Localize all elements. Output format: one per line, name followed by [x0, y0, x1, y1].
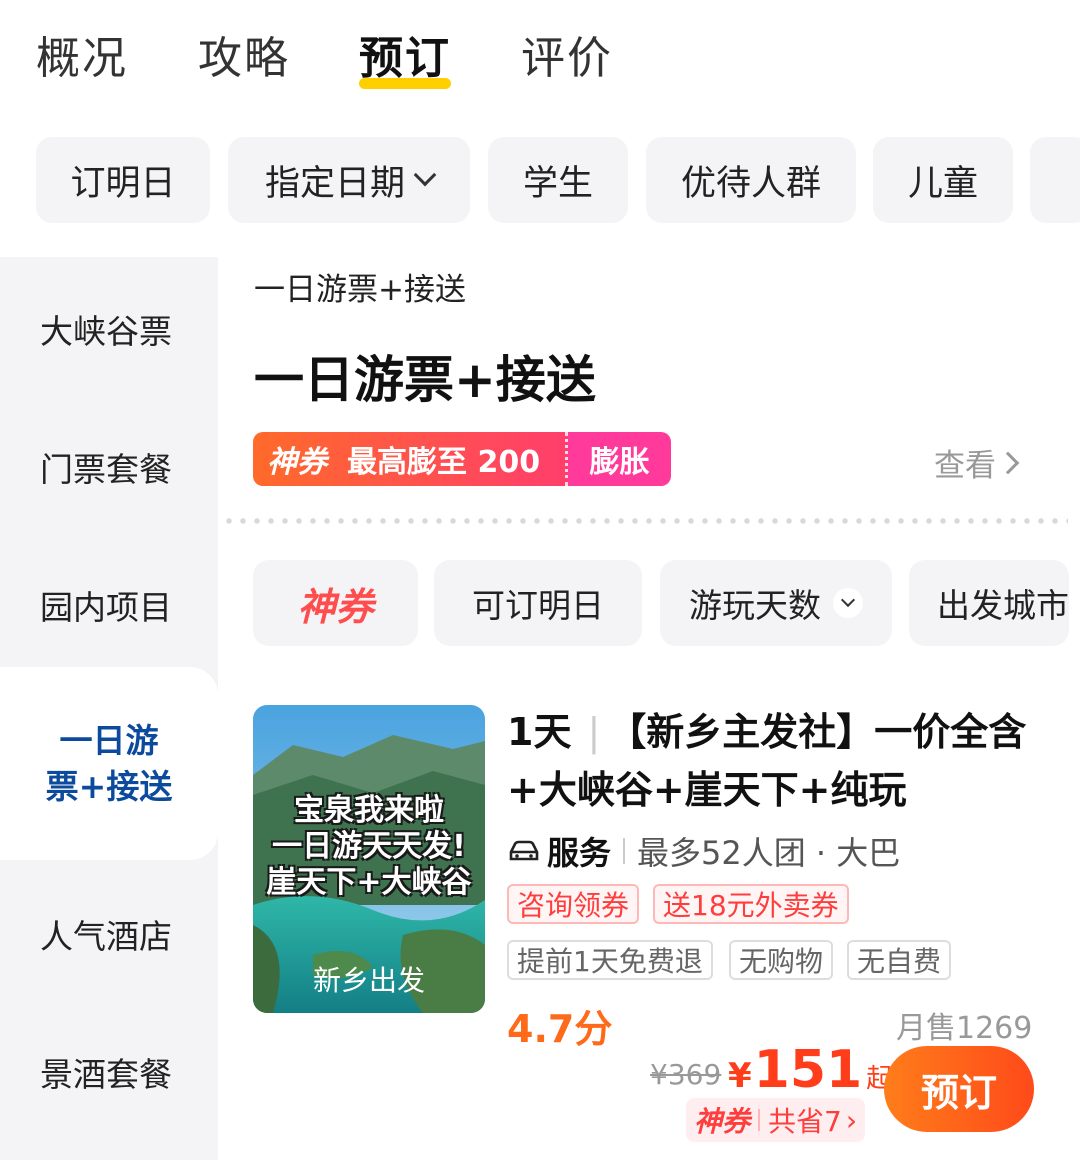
coupon-text: 最高膨至 200 — [347, 445, 541, 480]
filter-chip-label: 指定日期 — [264, 163, 405, 204]
filter-chip-date[interactable]: 指定日期 — [228, 137, 470, 223]
sidebar-item-ticket-package[interactable]: 门票套餐 — [0, 443, 218, 491]
sidebar-item-park-activities[interactable]: 园内项目 — [0, 581, 218, 629]
tab-booking[interactable]: 预订 — [359, 22, 451, 86]
book-button[interactable]: 预订 — [884, 1046, 1034, 1132]
see-more-link[interactable]: 查看 — [934, 440, 1020, 485]
promo-tag[interactable]: 送18元外卖券 — [653, 884, 849, 924]
feature-tag: 无自费 — [847, 940, 952, 980]
top-tab-bar: 概况 攻略 预订 评价 — [0, 0, 1080, 110]
monthly-sales: 月售1269 — [896, 1011, 1033, 1046]
product-meta: 服务 最多52人团 · 大巴 — [507, 828, 900, 874]
saving-badge[interactable]: 神券 共省7 › — [686, 1098, 866, 1142]
meta-divider — [623, 838, 626, 864]
subfilter-chip-coupon[interactable]: 神券 — [253, 560, 418, 646]
subfilter-chip-label: 可订明日 — [472, 586, 604, 625]
coupon-main: 神券 最高膨至 200 — [253, 432, 565, 486]
car-icon — [509, 840, 539, 861]
filter-chip-label: 学生 — [522, 163, 593, 204]
current-price: ¥ 151 起 — [728, 1040, 892, 1100]
tab-reviews[interactable]: 评价 — [521, 22, 613, 86]
product-title[interactable]: 1天 | 【新乡主发社】一价全含+大峡谷+崖天下+纯玩 — [507, 703, 1037, 819]
product-days: 1天 — [507, 710, 572, 754]
sidebar-item-popular-hotel[interactable]: 人气酒店 — [0, 910, 218, 958]
feature-tag: 提前1天免费退 — [507, 940, 713, 980]
tab-overview[interactable]: 概况 — [36, 22, 128, 86]
chevron-right-icon: › — [845, 1103, 858, 1137]
title-divider: | — [587, 710, 601, 754]
subfilter-chip-label: 出发城市 — [937, 586, 1069, 625]
thumbnail-overlay-text: 宝泉我来啦 一日游天天发! 崖天下+大峡谷 — [253, 793, 485, 901]
filter-chip-child[interactable]: 儿童 — [873, 137, 1013, 223]
saving-brand: 神券 — [694, 1105, 751, 1138]
feature-tag: 无购物 — [729, 940, 834, 980]
overlay-line: 宝泉我来啦 — [294, 793, 444, 828]
coupon-brand: 神券 — [267, 445, 327, 480]
promo-tag[interactable]: 咨询领券 — [507, 884, 640, 924]
thumbnail-caption: 新乡出发 — [312, 964, 425, 997]
subfilter-chip-days[interactable]: 游玩天数 — [660, 560, 892, 646]
subfilter-chip-label: 神券 — [297, 584, 374, 629]
saving-text: 共省7 — [768, 1105, 842, 1138]
subfilter-chip-departure-city[interactable]: 出发城市 — [909, 560, 1069, 646]
chevron-down-icon — [833, 588, 863, 618]
product-name: 【新乡主发社】一价全含+大峡谷+崖天下+纯玩 — [507, 710, 1027, 812]
chevron-right-icon — [996, 451, 1020, 474]
overlay-line: 崖天下+大峡谷 — [266, 865, 472, 900]
filter-chip-preferential[interactable]: 优待人群 — [646, 137, 856, 223]
original-price: ¥369 — [650, 1058, 722, 1091]
filter-chip-overflow[interactable] — [1030, 137, 1080, 223]
see-more-label: 查看 — [934, 448, 996, 484]
filter-chip-label: 儿童 — [907, 163, 978, 204]
sidebar-item-hotel-package[interactable]: 景酒套餐 — [0, 1048, 218, 1096]
active-tab-indicator — [359, 78, 451, 89]
service-label: 服务 — [547, 834, 612, 872]
price-value: 151 — [753, 1040, 863, 1100]
dotted-divider — [222, 518, 1068, 524]
category-label: 一日游票+接送 — [254, 272, 466, 308]
sidebar-item-day-tour[interactable]: 一日游 票+接送 — [0, 718, 218, 810]
chevron-down-icon — [413, 163, 437, 187]
subfilter-chip-label: 游玩天数 — [689, 586, 821, 625]
sidebar-item-label-line2: 票+接送 — [45, 767, 173, 806]
sidebar-item-label-line1: 一日游 — [59, 721, 159, 760]
overlay-line: 一日游天天发! — [272, 829, 466, 864]
rating-score: 4.7分 — [507, 1007, 613, 1051]
group-info: 最多52人团 · 大巴 — [637, 834, 901, 872]
filter-chip-tomorrow[interactable]: 订明日 — [36, 137, 210, 223]
tab-guide[interactable]: 攻略 — [198, 22, 290, 86]
sidebar-item-canyon-ticket[interactable]: 大峡谷票 — [0, 305, 218, 353]
product-thumbnail[interactable]: 宝泉我来啦 一日游天天发! 崖天下+大峡谷 新乡出发 — [253, 705, 485, 1013]
filter-chip-label: 优待人群 — [680, 163, 821, 204]
saving-divider — [758, 1109, 761, 1131]
coupon-banner[interactable]: 神券 最高膨至 200 膨胀 — [253, 432, 671, 486]
subfilter-chip-tomorrow[interactable]: 可订明日 — [434, 560, 642, 646]
filter-chip-student[interactable]: 学生 — [488, 137, 628, 223]
section-title: 一日游票+接送 — [254, 351, 596, 409]
coupon-expand-button[interactable]: 膨胀 — [568, 432, 671, 486]
filter-chip-label: 订明日 — [70, 163, 176, 204]
currency-symbol: ¥ — [728, 1056, 752, 1096]
